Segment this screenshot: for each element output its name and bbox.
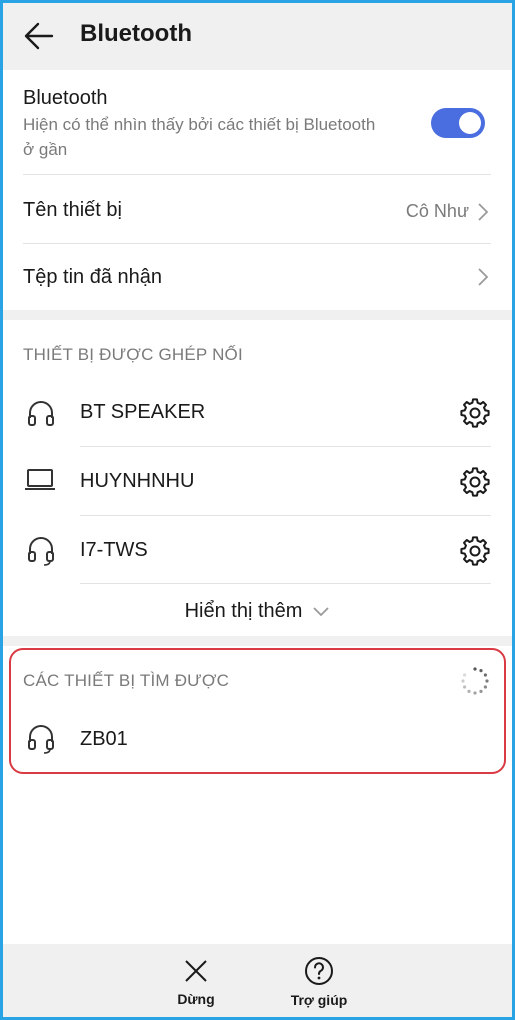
paired-device-row[interactable]: I7-TWS <box>0 516 515 584</box>
paired-devices-section: THIẾT BỊ ĐƯỢC GHÉP NỐI BT SPEAKER HUYNHN… <box>0 320 515 636</box>
device-name-value: Cô Như <box>405 201 469 221</box>
gear-icon[interactable] <box>460 398 490 428</box>
headphones-icon <box>28 537 54 566</box>
bluetooth-label: Bluetooth <box>23 87 108 109</box>
section-gap <box>0 636 515 646</box>
paired-device-row[interactable]: HUYNHNHU <box>0 447 515 515</box>
paired-devices-header: THIẾT BỊ ĐƯỢC GHÉP NỐI <box>23 345 243 364</box>
toggle-knob <box>459 112 481 134</box>
paired-device-row[interactable]: BT SPEAKER <box>0 378 515 446</box>
help-icon <box>305 957 333 985</box>
device-name: BT SPEAKER <box>80 401 206 423</box>
received-files-row[interactable]: Tệp tin đã nhận <box>0 244 515 310</box>
chevron-right-icon <box>478 268 489 286</box>
stop-button[interactable]: Dừng <box>146 944 246 1020</box>
help-button[interactable]: Trợ giúp <box>269 944 369 1020</box>
settings-section: Bluetooth Hiện có thể nhìn thấy bởi các … <box>0 70 515 310</box>
help-label: Trợ giúp <box>290 992 348 1008</box>
device-name: I7-TWS <box>80 539 148 561</box>
bottom-action-bar: Dừng Trợ giúp <box>0 944 515 1020</box>
gear-icon[interactable] <box>460 467 490 497</box>
stop-label: Dừng <box>177 991 215 1007</box>
show-more-label: Hiển thị thêm <box>184 599 303 622</box>
laptop-icon <box>25 469 55 490</box>
device-name: HUYNHNHU <box>80 470 195 492</box>
visibility-description-line2: ở gần <box>23 140 68 159</box>
received-files-label: Tệp tin đã nhận <box>23 266 162 288</box>
show-more-button[interactable]: Hiển thị thêm <box>0 596 515 626</box>
close-icon <box>185 960 207 982</box>
visibility-description-line1: Hiện có thể nhìn thấy bởi các thiết bị B… <box>23 115 376 134</box>
arrow-left-icon <box>24 22 54 50</box>
chevron-right-icon <box>478 203 489 221</box>
highlight-annotation-box <box>9 648 506 774</box>
divider <box>80 583 491 584</box>
headphones-icon <box>28 401 54 426</box>
chevron-down-icon <box>313 607 330 617</box>
bluetooth-toggle-switch[interactable] <box>431 108 485 138</box>
section-gap <box>0 310 515 320</box>
gear-icon[interactable] <box>460 536 490 566</box>
page-title: Bluetooth <box>80 20 192 47</box>
device-name-label: Tên thiết bị <box>23 199 122 221</box>
back-button[interactable] <box>22 20 56 52</box>
app-header: Bluetooth <box>0 0 515 70</box>
device-name-row[interactable]: Tên thiết bị Cô Như <box>0 175 515 243</box>
